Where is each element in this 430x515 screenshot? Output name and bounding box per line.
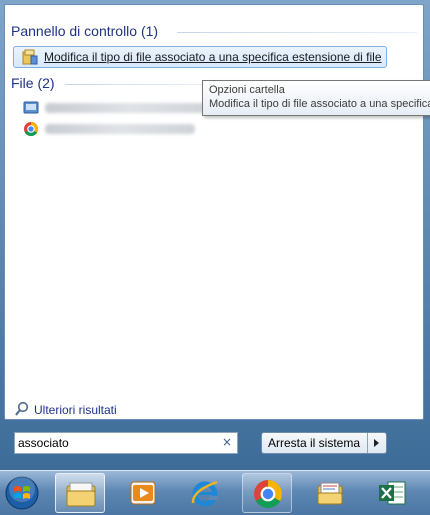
start-menu: Pannello di controllo (1) Modifica il ti… (0, 0, 430, 470)
file-result-1[interactable] (23, 100, 213, 116)
group-title-files[interactable]: File (2) (11, 75, 55, 91)
tooltip: Opzioni cartella Modifica il tipo di fil… (202, 80, 430, 116)
clear-search-icon[interactable]: × (222, 435, 232, 449)
group-divider (177, 32, 417, 33)
search-input[interactable] (18, 435, 214, 451)
result-label: Modifica il tipo di file associato a una… (44, 50, 382, 64)
shutdown-label: Arresta il sistema (268, 436, 361, 450)
shutdown-options-arrow[interactable] (367, 433, 386, 453)
taskbar-explorer[interactable] (55, 473, 105, 513)
file-result-2[interactable] (23, 121, 213, 137)
shutdown-button[interactable]: Arresta il sistema (261, 432, 387, 454)
result-folder-options[interactable]: Modifica il tipo di file associato a una… (13, 46, 387, 68)
taskbar-chrome[interactable] (242, 473, 292, 513)
taskbar (0, 470, 430, 515)
group-title-control-panel[interactable]: Pannello di controllo (1) (11, 23, 158, 39)
more-results-label: Ulteriori risultati (34, 403, 117, 417)
group-divider (65, 84, 205, 85)
taskbar-internet-explorer[interactable] (180, 473, 230, 513)
search-results-pane: Pannello di controllo (1) Modifica il ti… (4, 4, 424, 420)
start-button[interactable] (0, 473, 46, 513)
taskbar-excel[interactable] (367, 473, 417, 513)
tooltip-title: Opzioni cartella (209, 84, 285, 96)
chevron-right-icon (374, 439, 379, 447)
taskbar-mail[interactable] (305, 473, 355, 513)
blurred-file-name (45, 103, 213, 113)
blurred-file-name (45, 124, 195, 134)
tooltip-description: Modifica il tipo di file associato a una… (209, 98, 430, 110)
search-field[interactable]: × (14, 432, 238, 454)
taskbar-media-player[interactable] (118, 473, 168, 513)
